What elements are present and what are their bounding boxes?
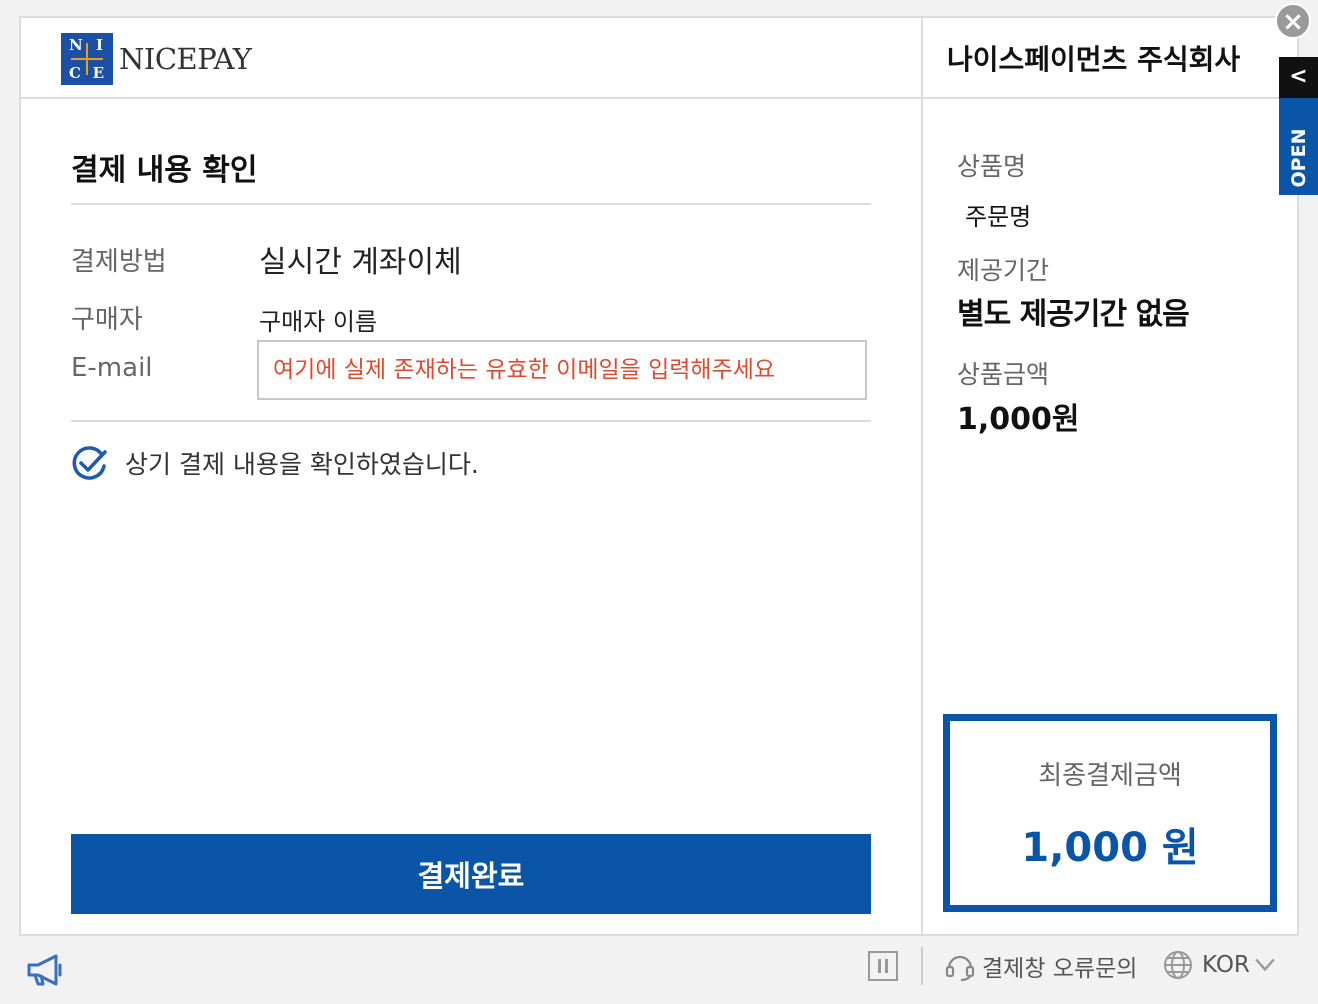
final-amount-value: 1,000 원 — [1021, 825, 1199, 871]
check-circle-icon — [72, 446, 107, 480]
close-icon: × — [1282, 7, 1304, 37]
open-label: OPEN — [1288, 128, 1310, 188]
megaphone-icon[interactable] — [26, 953, 64, 987]
pause-icon[interactable] — [868, 951, 898, 981]
buyer-value: 구매자 이름 — [259, 308, 378, 336]
product-name-value: 주문명 — [965, 203, 1032, 231]
product-name-label: 상품명 — [957, 152, 1027, 181]
divider — [71, 420, 871, 422]
chevron-left-icon: < — [1279, 57, 1318, 98]
email-label: E-mail — [71, 353, 153, 383]
merchant-name: 나이스페이먼츠 주식회사 — [947, 43, 1241, 76]
chevron-down-icon — [1255, 958, 1275, 972]
period-value: 별도 제공기간 없음 — [957, 297, 1190, 332]
complete-payment-button[interactable]: 결제완료 — [71, 834, 871, 914]
buyer-label: 구매자 — [71, 305, 143, 335]
logo-mark: N I C E — [61, 33, 113, 85]
footer-divider — [921, 947, 923, 985]
final-amount-box: 최종결제금액 1,000 원 — [943, 714, 1277, 912]
header: N I C E NICEPAY 나이스페이먼츠 주식회사 — [21, 18, 1297, 99]
payment-window: N I C E NICEPAY 나이스페이먼츠 주식회사 결제 내용 확인 결제… — [19, 16, 1299, 936]
open-side-tab[interactable]: < OPEN — [1279, 57, 1318, 195]
amount-label: 상품금액 — [957, 360, 1050, 389]
payment-method-value: 실시간 계좌이체 — [259, 245, 462, 280]
footer: 결제창 오류문의 KOR — [0, 937, 1318, 1004]
email-input[interactable] — [257, 340, 867, 400]
column-divider — [921, 18, 923, 934]
section-title: 결제 내용 확인 — [71, 153, 258, 188]
divider — [71, 203, 871, 205]
headset-icon — [945, 955, 975, 982]
globe-icon — [1164, 951, 1192, 979]
error-inquiry-link[interactable]: 결제창 오류문의 — [944, 949, 1137, 983]
confirm-checkbox[interactable]: 상기 결제 내용을 확인하였습니다. — [71, 444, 479, 482]
payment-method-label: 결제방법 — [71, 247, 167, 277]
final-amount-label: 최종결제금액 — [1038, 761, 1182, 791]
nicepay-logo: N I C E NICEPAY — [61, 33, 252, 85]
logo-text: NICEPAY — [119, 42, 252, 76]
close-button[interactable]: × — [1275, 3, 1311, 39]
language-selector[interactable]: KOR — [1162, 949, 1276, 981]
amount-value: 1,000원 — [957, 402, 1080, 437]
language-label: KOR — [1202, 952, 1250, 978]
confirm-text: 상기 결제 내용을 확인하였습니다. — [125, 450, 479, 479]
period-label: 제공기간 — [957, 256, 1050, 285]
error-inquiry-label: 결제창 오류문의 — [982, 956, 1138, 982]
